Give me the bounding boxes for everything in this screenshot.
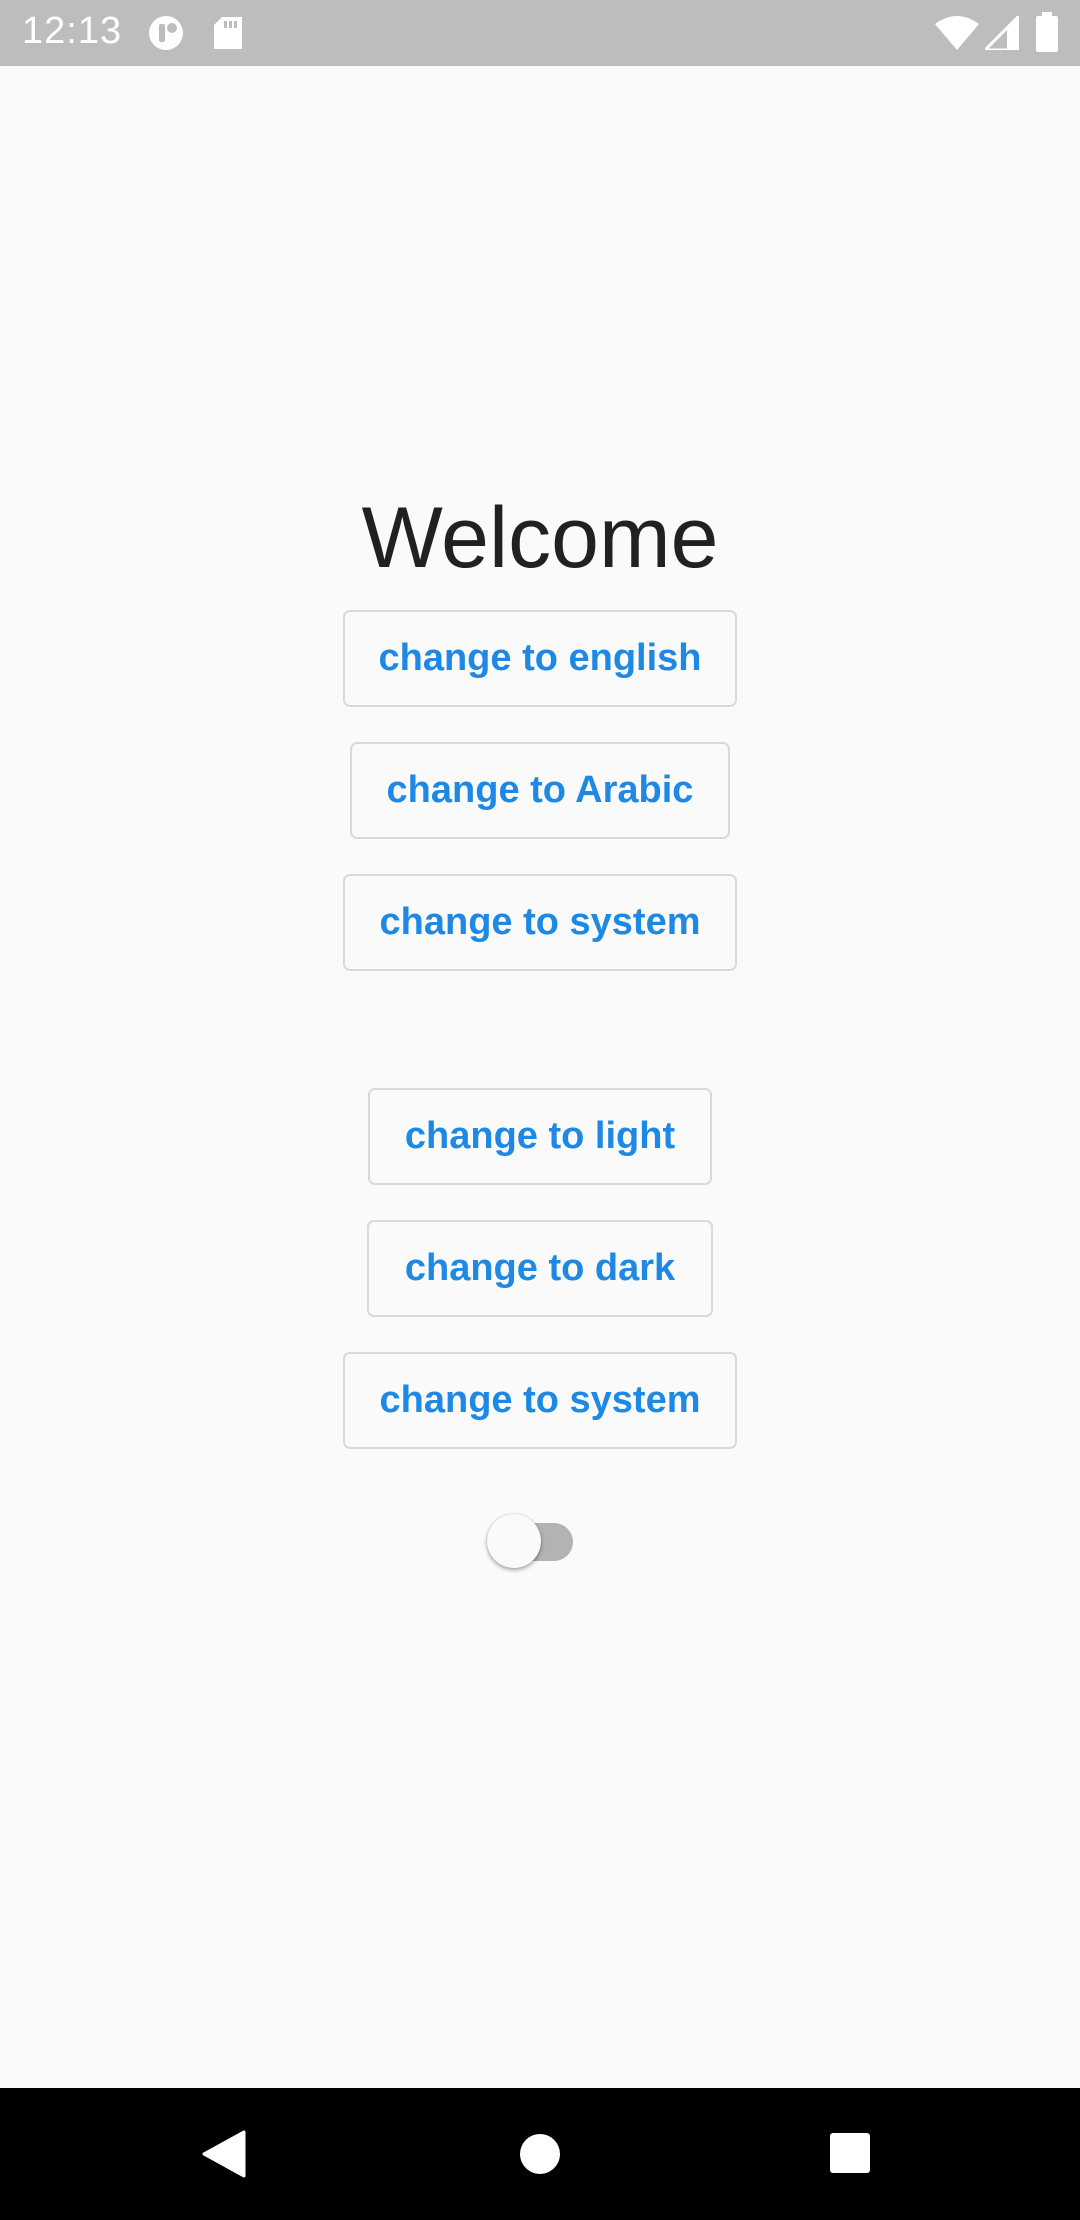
- change-to-arabic-button[interactable]: change to Arabic: [350, 742, 730, 839]
- signal-icon: [981, 12, 1021, 55]
- toggle-thumb: [487, 1514, 541, 1568]
- theme-toggle-switch[interactable]: [487, 1514, 587, 1570]
- back-icon[interactable]: [202, 2130, 246, 2183]
- wifi-icon: [935, 16, 979, 55]
- home-icon[interactable]: [519, 2133, 561, 2180]
- change-theme-to-system-button[interactable]: change to system: [343, 1352, 737, 1449]
- change-to-light-button[interactable]: change to light: [368, 1088, 712, 1185]
- notification-app-icon: [148, 15, 188, 56]
- battery-icon: [1036, 12, 1058, 57]
- sd-card-icon: [214, 17, 244, 54]
- main-content: Welcome change to english change to Arab…: [0, 66, 1080, 2088]
- change-to-english-button[interactable]: change to english: [343, 610, 737, 707]
- page-title: Welcome: [361, 490, 719, 586]
- status-bar: 12:13: [0, 0, 1080, 66]
- navigation-bar: [0, 2088, 1080, 2220]
- status-time: 12:13: [22, 10, 123, 52]
- change-language-to-system-button[interactable]: change to system: [343, 874, 737, 971]
- change-to-dark-button[interactable]: change to dark: [367, 1220, 713, 1317]
- recents-icon[interactable]: [829, 2132, 871, 2179]
